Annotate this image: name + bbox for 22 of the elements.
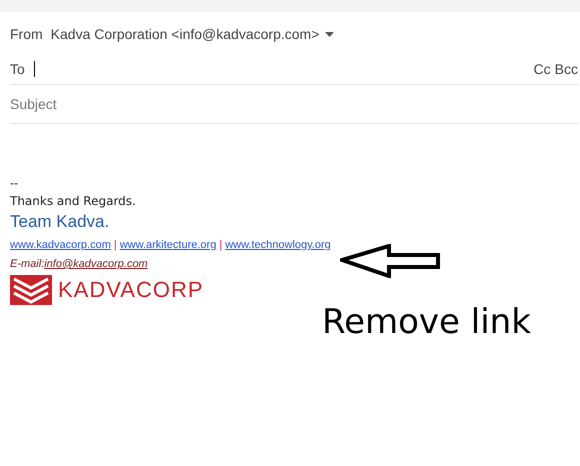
from-label: From (10, 24, 43, 44)
subject-field[interactable]: Subject (10, 85, 578, 124)
logo-text: KADVACORP (58, 276, 204, 304)
signature-separator: -- (10, 176, 19, 190)
caret-icon (325, 32, 334, 36)
link-separator: | (114, 238, 117, 252)
closing-text: Thanks and Regards. (10, 193, 137, 209)
chevron-icon (10, 274, 52, 304)
arrow-icon (340, 244, 442, 278)
website-link[interactable]: www.technowlogy.org (225, 238, 331, 252)
link-separator: | (219, 238, 222, 252)
email-label: E-mail: (10, 257, 44, 271)
text-cursor (34, 61, 36, 77)
website-link[interactable]: www.kadvacorp.com (10, 238, 111, 252)
annotation-text: Remove link (322, 302, 531, 342)
bcc-link[interactable]: Bcc (554, 58, 578, 80)
website-link[interactable]: www.arkitecture.org (120, 238, 216, 252)
email-link[interactable]: info@kadvacorp.com (44, 257, 148, 271)
to-label: To (10, 60, 25, 78)
sender-dropdown[interactable]: Kadva Corporation <info@kadvacorp.com> (50, 24, 334, 44)
team-name: Team Kadva. (10, 211, 110, 233)
cc-link[interactable]: Cc (534, 58, 551, 80)
